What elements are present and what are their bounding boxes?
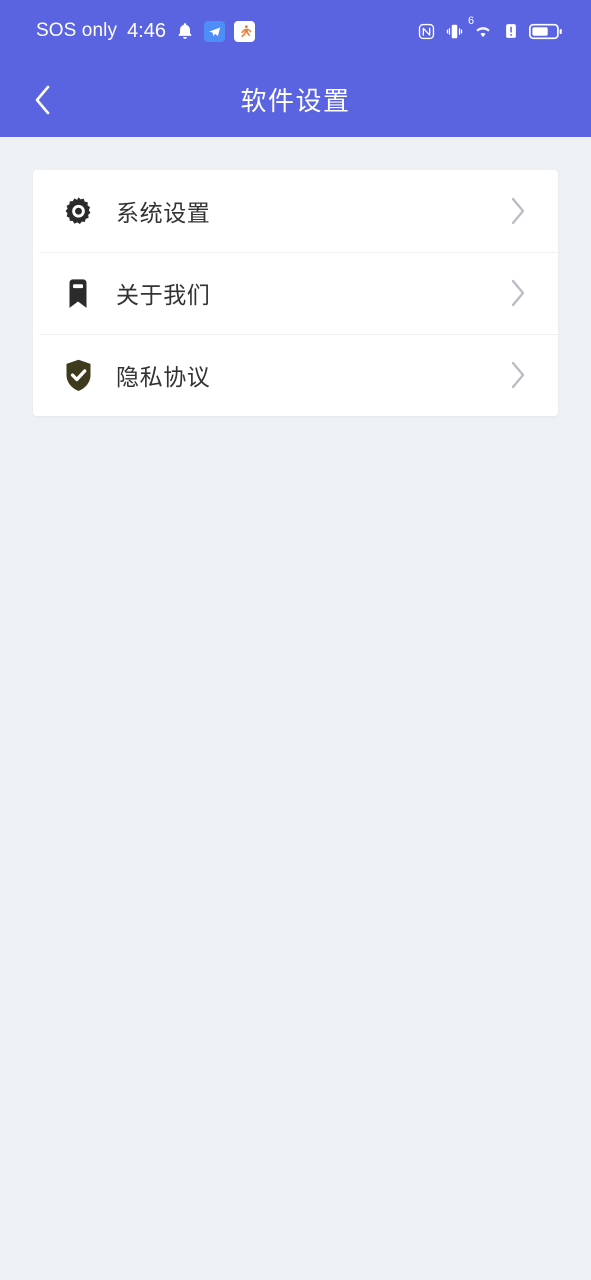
app-notification-runner-icon (234, 20, 255, 42)
vibrate-icon (445, 22, 464, 41)
settings-card: 系统设置 关于我们 隐私协议 (33, 170, 558, 416)
gear-icon (58, 191, 98, 231)
status-bar-right: 6 (417, 16, 563, 41)
battery-icon (529, 22, 563, 41)
settings-row-about[interactable]: 关于我们 (33, 252, 558, 334)
settings-row-privacy[interactable]: 隐私协议 (33, 334, 558, 416)
chevron-right-icon (505, 197, 531, 225)
settings-screen: SOS only 4:46 6 软件设置 系统设置 关于我们 隐私协议 (0, 0, 591, 1280)
status-bar-left: SOS only 4:46 (36, 20, 255, 43)
wifi-generation-label: 6 (468, 15, 475, 27)
bookmark-icon (58, 273, 98, 313)
carrier-label: SOS only (36, 20, 118, 41)
shield-check-icon (58, 355, 98, 395)
chevron-right-icon (505, 361, 531, 389)
alert-icon (502, 22, 520, 40)
page-title: 软件设置 (240, 86, 351, 116)
content-area: 系统设置 关于我们 隐私协议 (0, 137, 591, 1280)
settings-row-system[interactable]: 系统设置 (33, 170, 558, 252)
chevron-left-icon (35, 85, 50, 114)
settings-row-label: 系统设置 (116, 200, 211, 226)
wifi-icon: 6 (468, 16, 493, 41)
back-button[interactable] (20, 77, 66, 123)
app-notification-blue-icon (204, 20, 225, 42)
chevron-right-icon (505, 279, 531, 307)
bell-icon (175, 21, 195, 41)
settings-row-label: 关于我们 (116, 282, 211, 308)
status-bar: SOS only 4:46 6 (0, 0, 591, 62)
app-bar: 软件设置 (0, 62, 591, 137)
settings-row-label: 隐私协议 (116, 364, 211, 390)
status-clock: 4:46 (127, 19, 166, 42)
nfc-icon (417, 22, 436, 41)
